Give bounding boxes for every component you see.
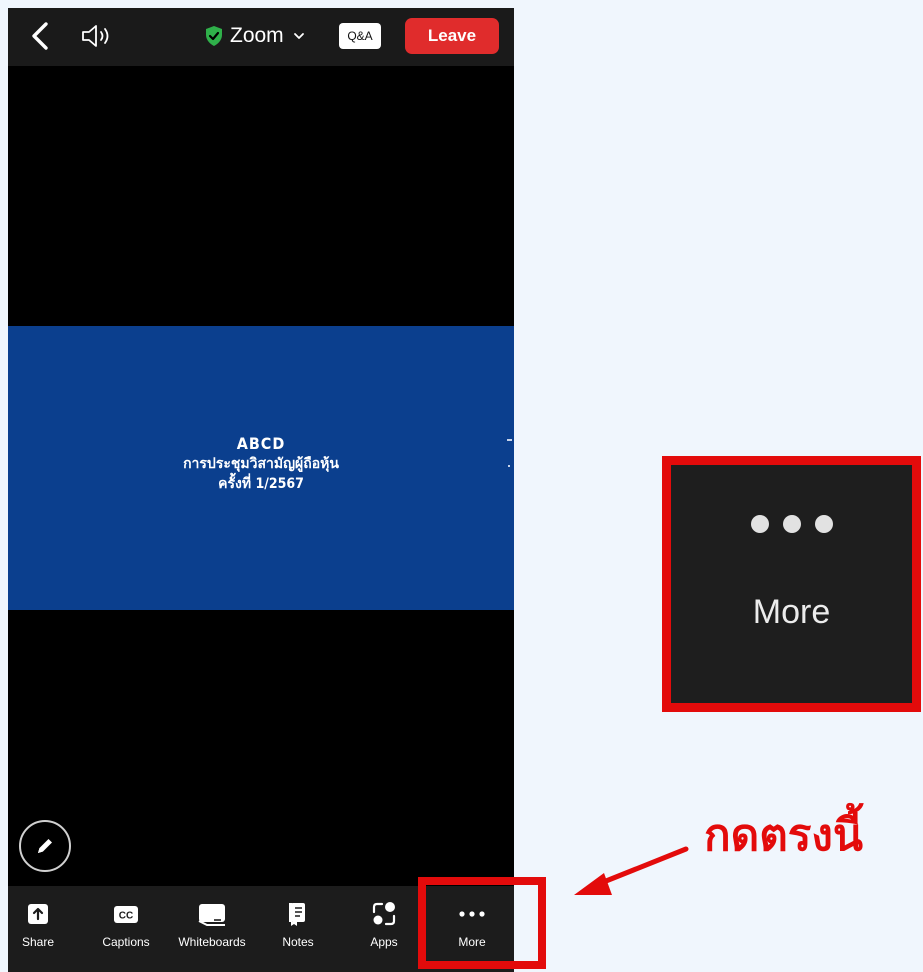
svg-text:CC: CC (119, 911, 133, 922)
toolbar-label: Apps (370, 935, 398, 949)
back-button[interactable] (26, 20, 56, 52)
notes-icon (289, 903, 305, 926)
slide-meeting-title: การประชุมวิสามัญผู้ถือหุ้น (183, 456, 339, 472)
toolbar-label: Whiteboards (178, 935, 246, 949)
chevron-down-icon (293, 33, 304, 39)
apps-icon (372, 902, 396, 926)
zoom-phone-screen: Zoom Q&A Leave ABCD การประชุมวิสามัญผู้ถ… (8, 8, 514, 972)
more-dots-icon (671, 515, 912, 533)
toolbar-captions[interactable]: CC Captions (94, 886, 158, 972)
chevron-left-icon (32, 22, 48, 50)
meeting-top-bar: Zoom Q&A Leave (8, 8, 514, 66)
slide-company-name: ABCD (236, 434, 286, 453)
toolbar-whiteboards[interactable]: Whiteboards (170, 886, 254, 972)
toolbar-apps[interactable]: Apps (364, 886, 404, 972)
speaker-button[interactable] (80, 22, 116, 50)
more-highlight-box (418, 877, 546, 969)
toolbar-label: Notes (282, 935, 314, 949)
speaker-icon (82, 25, 109, 47)
slide-edge-mark (507, 439, 512, 441)
toolbar-share[interactable]: Share (18, 886, 58, 972)
pencil-icon (38, 839, 52, 853)
red-arrow-icon (574, 846, 689, 895)
slide-text: ABCD การประชุมวิสามัญผู้ถือหุ้น ครั้งที่… (8, 434, 514, 494)
share-icon (28, 904, 48, 924)
more-zoom-callout: More (662, 456, 921, 712)
whiteboard-icon (198, 904, 225, 926)
meeting-title: Zoom (230, 24, 284, 47)
qa-button[interactable]: Q&A (339, 23, 381, 49)
annotate-button[interactable] (19, 820, 71, 872)
toolbar-notes[interactable]: Notes (276, 886, 320, 972)
leave-button[interactable]: Leave (405, 18, 499, 54)
captions-icon: CC (114, 906, 138, 923)
slide-meeting-number: ครั้งที่ 1/2567 (218, 476, 304, 492)
instruction-text: กดตรงนี้ (704, 810, 863, 861)
toolbar-label: Share (21, 935, 55, 949)
shield-check-icon (206, 26, 222, 46)
meeting-title-dropdown[interactable]: Zoom (204, 20, 308, 52)
toolbar-label: Captions (102, 935, 150, 949)
slide-edge-dot (508, 465, 510, 467)
callout-label: More (752, 593, 831, 631)
shared-slide: ABCD การประชุมวิสามัญผู้ถือหุ้น ครั้งที่… (8, 326, 514, 610)
